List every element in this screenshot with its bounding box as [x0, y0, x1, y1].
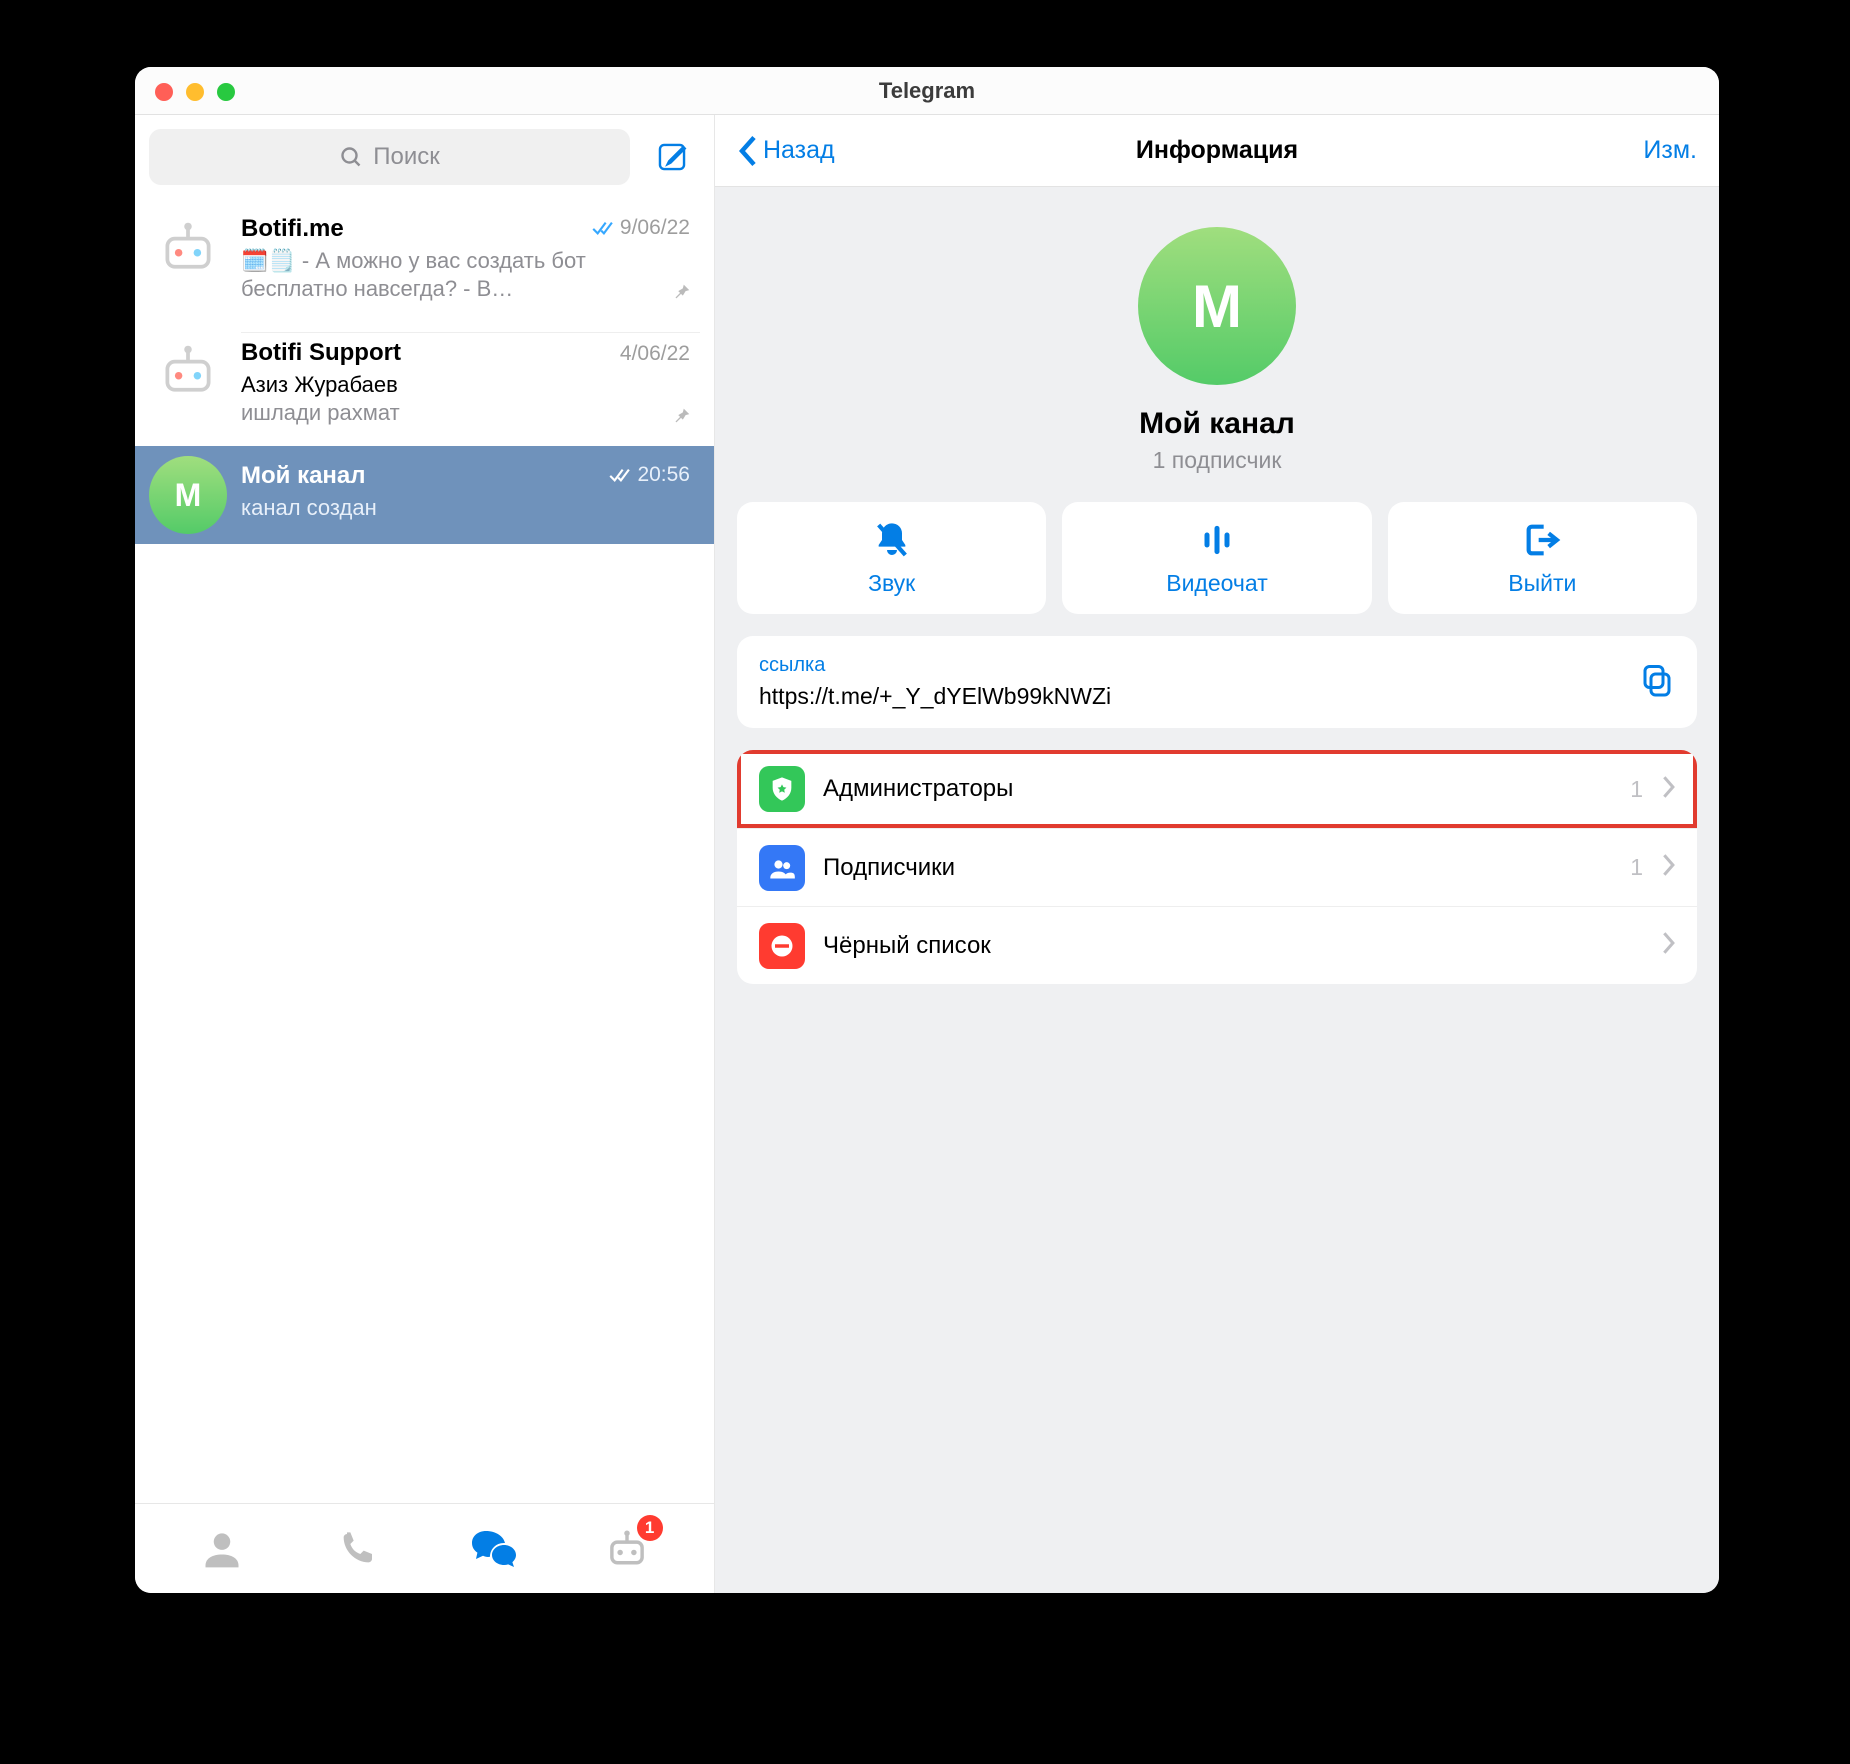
bottom-nav: 1 [135, 1503, 714, 1593]
pin-icon [670, 405, 692, 432]
channel-sub: 1 подписчик [737, 447, 1697, 474]
channel-name: Мой канал [737, 407, 1697, 441]
chat-date: 20:56 [609, 463, 690, 487]
chat-date: 9/06/22 [592, 216, 690, 240]
action-label: Выйти [1508, 570, 1576, 597]
back-label: Назад [763, 136, 835, 165]
chats-icon [468, 1525, 516, 1573]
shield-star-icon [759, 766, 805, 812]
row-label: Подписчики [823, 854, 1612, 882]
chevron-left-icon [737, 136, 759, 166]
invite-link-row[interactable]: ссылка https://t.me/+_Y_dYElWb99kNWZi [737, 636, 1697, 728]
read-check-icon [609, 467, 631, 483]
robot-icon [158, 218, 218, 278]
blocked-icon [759, 923, 805, 969]
row-label: Администраторы [823, 775, 1612, 803]
row-subscribers[interactable]: Подписчики 1 [737, 828, 1697, 906]
app-window: Telegram Поиск [135, 67, 1719, 1593]
link-label: ссылка [759, 654, 1621, 677]
nav-bots[interactable]: 1 [597, 1519, 657, 1579]
chevron-right-icon [1661, 854, 1675, 881]
titlebar: Telegram [135, 67, 1719, 115]
avatar [149, 209, 227, 287]
chat-preview: канал создан [241, 490, 690, 522]
traffic-lights [155, 83, 235, 101]
chat-preview: Азиз Журабаев ишлади рахмат [241, 367, 690, 426]
nav-contacts[interactable] [192, 1519, 252, 1579]
row-count: 1 [1630, 776, 1643, 803]
voice-chat-icon [1197, 520, 1237, 560]
pin-icon [670, 281, 692, 308]
edit-button[interactable]: Изм. [1643, 136, 1697, 165]
compose-button[interactable] [644, 129, 700, 185]
chat-item-my-channel[interactable]: М Мой канал 20:56 канал создан [135, 446, 714, 544]
phone-icon [337, 1529, 377, 1569]
robot-icon [158, 341, 218, 401]
copy-icon [1639, 662, 1675, 698]
chat-title: Botifi Support [241, 339, 401, 367]
action-leave[interactable]: Выйти [1388, 502, 1697, 614]
zoom-window-button[interactable] [217, 83, 235, 101]
window-title: Telegram [879, 78, 975, 103]
chat-item-botifi[interactable]: Botifi.me 9/06/22 🗓️🗒️ - А можно у вас с… [135, 199, 714, 322]
avatar: М [149, 456, 227, 534]
info-panel: Назад Информация Изм. М Мой канал 1 подп… [715, 115, 1719, 1593]
avatar [149, 332, 227, 410]
chat-title: Botifi.me [241, 215, 344, 243]
close-window-button[interactable] [155, 83, 173, 101]
copy-link-button[interactable] [1639, 662, 1675, 703]
action-label: Звук [868, 570, 915, 597]
search-input[interactable]: Поиск [149, 129, 630, 185]
chevron-right-icon [1661, 932, 1675, 959]
chat-preview: 🗓️🗒️ - А можно у вас создать бот бесплат… [241, 243, 690, 302]
action-label: Видеочат [1166, 570, 1268, 597]
search-icon [339, 145, 363, 169]
channel-avatar[interactable]: М [1138, 227, 1296, 385]
read-check-icon [592, 220, 614, 236]
back-button[interactable]: Назад [737, 136, 835, 166]
bell-muted-icon [872, 520, 912, 560]
compose-icon [655, 140, 689, 174]
sidebar: Поиск Botifi.me [135, 115, 715, 1593]
action-sound[interactable]: Звук [737, 502, 1046, 614]
minimize-window-button[interactable] [186, 83, 204, 101]
search-placeholder: Поиск [373, 143, 440, 171]
row-count: 1 [1630, 854, 1643, 881]
action-videochat[interactable]: Видеочат [1062, 502, 1371, 614]
nav-calls[interactable] [327, 1519, 387, 1579]
link-value: https://t.me/+_Y_dYElWb99kNWZi [759, 677, 1621, 710]
person-icon [200, 1527, 244, 1571]
leave-icon [1522, 520, 1562, 560]
panel-title: Информация [1136, 136, 1298, 165]
badge: 1 [637, 1515, 663, 1541]
row-administrators[interactable]: Администраторы 1 [737, 750, 1697, 828]
chat-date: 4/06/22 [620, 342, 690, 366]
people-icon [759, 845, 805, 891]
chat-title: Мой канал [241, 462, 366, 490]
row-label: Чёрный список [823, 932, 1625, 960]
chevron-right-icon [1661, 776, 1675, 803]
nav-chats[interactable] [462, 1519, 522, 1579]
chat-item-botifi-support[interactable]: Botifi Support 4/06/22 Азиз Журабаев ишл… [135, 322, 714, 446]
row-blacklist[interactable]: Чёрный список [737, 906, 1697, 984]
